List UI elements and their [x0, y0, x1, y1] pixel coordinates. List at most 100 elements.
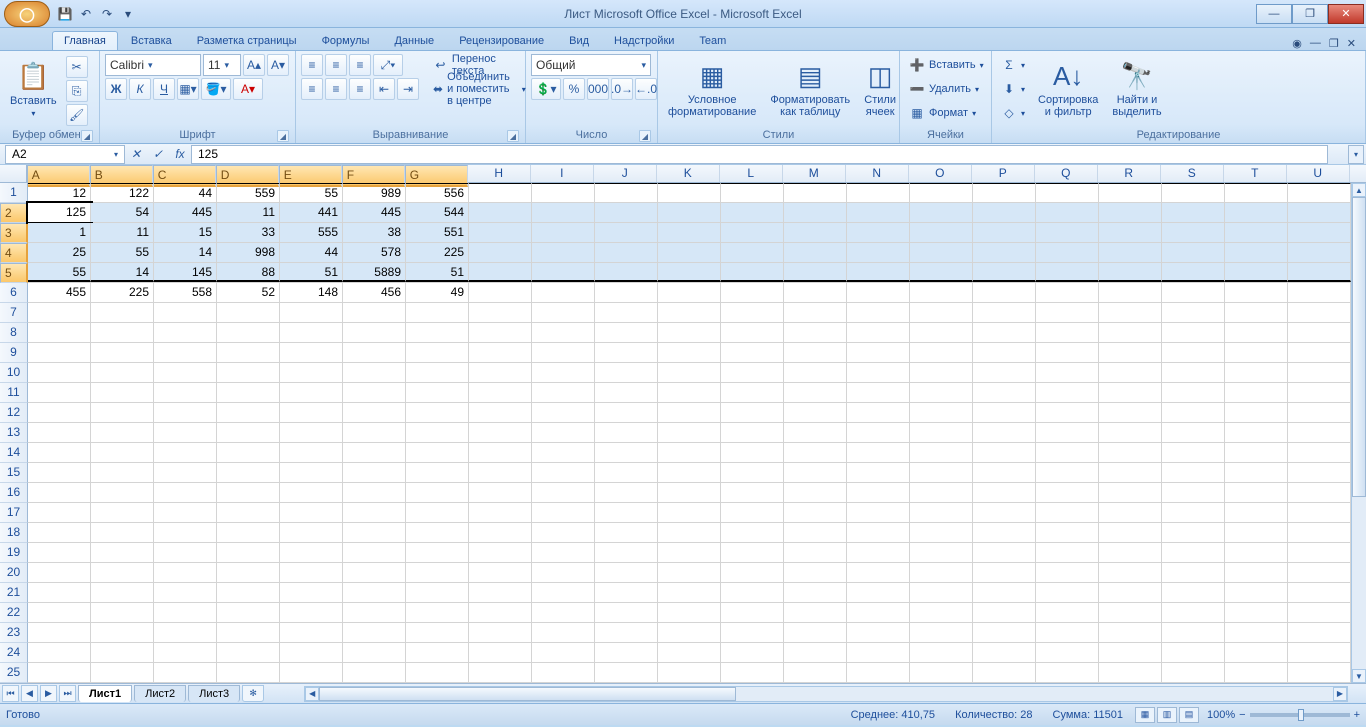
cell-B9[interactable]	[91, 343, 154, 362]
cell-T6[interactable]	[1225, 283, 1288, 302]
clipboard-launcher[interactable]: ◢	[81, 130, 93, 142]
cell-E3[interactable]: 555	[280, 223, 343, 242]
cell-O10[interactable]	[910, 363, 973, 382]
row-header-8[interactable]: 8	[0, 323, 28, 343]
cell-O22[interactable]	[910, 603, 973, 622]
cell-N2[interactable]	[847, 203, 910, 222]
cell-G18[interactable]	[406, 523, 469, 542]
fill-button[interactable]: ⬇▾	[997, 78, 1029, 100]
cell-L11[interactable]	[721, 383, 784, 402]
cell-I5[interactable]	[532, 263, 595, 282]
cell-D25[interactable]	[217, 663, 280, 682]
cell-S16[interactable]	[1162, 483, 1225, 502]
grow-font-button[interactable]: A▴	[243, 54, 265, 76]
cell-H1[interactable]	[469, 183, 532, 202]
cell-T11[interactable]	[1225, 383, 1288, 402]
cell-A2[interactable]: 125	[28, 203, 91, 222]
cell-I18[interactable]	[532, 523, 595, 542]
delete-cells-button[interactable]: ➖Удалить▾	[905, 78, 983, 100]
cell-N3[interactable]	[847, 223, 910, 242]
zoom-out-button[interactable]: −	[1239, 709, 1245, 721]
cell-T1[interactable]	[1225, 183, 1288, 202]
col-header-P[interactable]: P	[972, 165, 1035, 182]
cancel-formula-button[interactable]: ✕	[125, 145, 147, 164]
cell-L7[interactable]	[721, 303, 784, 322]
cell-D24[interactable]	[217, 643, 280, 662]
cell-H8[interactable]	[469, 323, 532, 342]
cell-H9[interactable]	[469, 343, 532, 362]
cell-P3[interactable]	[973, 223, 1036, 242]
cell-F25[interactable]	[343, 663, 406, 682]
cell-E23[interactable]	[280, 623, 343, 642]
cell-S11[interactable]	[1162, 383, 1225, 402]
page-layout-view-button[interactable]: ▥	[1157, 707, 1177, 723]
cell-S12[interactable]	[1162, 403, 1225, 422]
cell-Q11[interactable]	[1036, 383, 1099, 402]
cell-D22[interactable]	[217, 603, 280, 622]
cell-L13[interactable]	[721, 423, 784, 442]
cell-M11[interactable]	[784, 383, 847, 402]
cell-M4[interactable]	[784, 243, 847, 262]
row-header-22[interactable]: 22	[0, 603, 28, 623]
cell-R11[interactable]	[1099, 383, 1162, 402]
cell-Q12[interactable]	[1036, 403, 1099, 422]
cell-K9[interactable]	[658, 343, 721, 362]
accounting-format-button[interactable]: 💲▾	[531, 78, 561, 100]
cell-M10[interactable]	[784, 363, 847, 382]
cell-N21[interactable]	[847, 583, 910, 602]
cell-I20[interactable]	[532, 563, 595, 582]
cell-L20[interactable]	[721, 563, 784, 582]
row-header-11[interactable]: 11	[0, 383, 28, 403]
cell-E14[interactable]	[280, 443, 343, 462]
tab-рецензирование[interactable]: Рецензирование	[447, 31, 556, 50]
minimize-button[interactable]: —	[1256, 4, 1292, 24]
cell-L19[interactable]	[721, 543, 784, 562]
cell-P6[interactable]	[973, 283, 1036, 302]
cell-R5[interactable]	[1099, 263, 1162, 282]
zoom-thumb[interactable]	[1298, 709, 1304, 721]
cell-O6[interactable]	[910, 283, 973, 302]
cell-U5[interactable]	[1288, 263, 1351, 282]
cell-L14[interactable]	[721, 443, 784, 462]
cell-P17[interactable]	[973, 503, 1036, 522]
cell-J22[interactable]	[595, 603, 658, 622]
increase-decimal-button[interactable]: .0→	[611, 78, 633, 100]
cell-F6[interactable]: 456	[343, 283, 406, 302]
cell-B20[interactable]	[91, 563, 154, 582]
cell-T12[interactable]	[1225, 403, 1288, 422]
cell-O4[interactable]	[910, 243, 973, 262]
cell-P25[interactable]	[973, 663, 1036, 682]
cell-M22[interactable]	[784, 603, 847, 622]
cell-L4[interactable]	[721, 243, 784, 262]
next-sheet-button[interactable]: ▶	[40, 685, 57, 702]
cell-A17[interactable]	[28, 503, 91, 522]
cell-R22[interactable]	[1099, 603, 1162, 622]
sort-filter-button[interactable]: A↓Сортировка и фильтр	[1033, 54, 1103, 124]
cell-F8[interactable]	[343, 323, 406, 342]
scroll-left-button[interactable]: ◀	[305, 687, 319, 701]
format-as-table-button[interactable]: ▤Форматировать как таблицу	[765, 54, 855, 124]
cell-E25[interactable]	[280, 663, 343, 682]
cell-L16[interactable]	[721, 483, 784, 502]
cell-N12[interactable]	[847, 403, 910, 422]
cell-U4[interactable]	[1288, 243, 1351, 262]
cell-E24[interactable]	[280, 643, 343, 662]
cell-T25[interactable]	[1225, 663, 1288, 682]
cell-M7[interactable]	[784, 303, 847, 322]
cell-B13[interactable]	[91, 423, 154, 442]
cell-B14[interactable]	[91, 443, 154, 462]
cell-O25[interactable]	[910, 663, 973, 682]
cell-N8[interactable]	[847, 323, 910, 342]
cell-O23[interactable]	[910, 623, 973, 642]
cell-P10[interactable]	[973, 363, 1036, 382]
conditional-format-button[interactable]: ▦Условное форматирование	[663, 54, 761, 124]
cell-E18[interactable]	[280, 523, 343, 542]
cell-N13[interactable]	[847, 423, 910, 442]
cell-J24[interactable]	[595, 643, 658, 662]
cell-Q17[interactable]	[1036, 503, 1099, 522]
cell-T7[interactable]	[1225, 303, 1288, 322]
cell-U9[interactable]	[1288, 343, 1351, 362]
cell-E9[interactable]	[280, 343, 343, 362]
cell-Q20[interactable]	[1036, 563, 1099, 582]
cell-M1[interactable]	[784, 183, 847, 202]
